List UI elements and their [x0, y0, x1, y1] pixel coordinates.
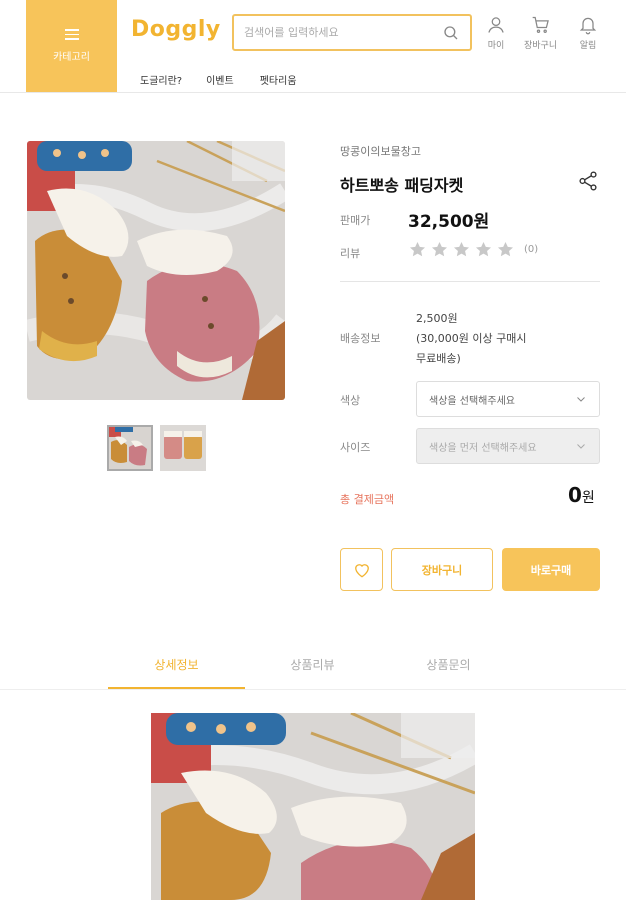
size-select-value: 색상을 먼저 선택해주세요	[429, 442, 537, 454]
color-select-value: 색상을 선택해주세요	[429, 395, 515, 407]
size-select[interactable]: 색상을 먼저 선택해주세요	[416, 428, 600, 464]
wishlist-button[interactable]	[340, 548, 383, 591]
sub-navigation: 도글리란? 이벤트 펫타리움	[140, 72, 297, 87]
search-icon[interactable]	[442, 24, 460, 42]
chevron-down-icon	[577, 444, 585, 449]
color-label: 색상	[340, 394, 361, 407]
alarm-label: 알림	[579, 41, 597, 51]
category-button[interactable]: 카테고리	[26, 0, 117, 92]
star-icon	[453, 241, 470, 257]
nav-about[interactable]: 도글리란?	[140, 72, 182, 87]
search-bar	[232, 14, 472, 51]
my-page-link[interactable]: 마이	[486, 15, 506, 51]
product-thumbnail-1[interactable]	[107, 425, 153, 471]
tabs-divider	[0, 689, 626, 690]
nav-event[interactable]: 이벤트	[206, 72, 234, 87]
shipping-note: 무료배송)	[416, 352, 461, 365]
star-icon	[497, 241, 514, 257]
tab-detail[interactable]: 상세정보	[108, 656, 245, 689]
shipping-note: (30,000원 이상 구매시	[416, 332, 527, 345]
product-detail-image	[151, 713, 475, 900]
total-label: 총 결제금액	[340, 493, 395, 506]
search-input[interactable]	[244, 26, 442, 39]
total-unit: 원	[581, 490, 595, 506]
nav-petarium[interactable]: 펫타리움	[260, 72, 297, 87]
star-icon	[475, 241, 492, 257]
review-label: 리뷰	[340, 247, 361, 260]
product-brand[interactable]: 땅콩이의보물창고	[340, 143, 421, 159]
review-count[interactable]: (0)	[524, 244, 538, 255]
category-label: 카테고리	[53, 52, 90, 63]
bell-icon	[579, 17, 597, 35]
color-select[interactable]: 색상을 선택해주세요	[416, 381, 600, 417]
product-thumbnail-2[interactable]	[160, 425, 206, 471]
cart-icon	[532, 16, 549, 33]
price-value: 32,500원	[408, 212, 490, 232]
my-page-label: 마이	[487, 41, 505, 51]
share-icon[interactable]	[577, 170, 599, 192]
product-title: 하트뽀송 패딩자켓	[340, 176, 464, 195]
site-header: 카테고리 Doggly 마이 장바구니 알림 도글리란? 이벤트 펫타리움	[0, 0, 626, 93]
star-icon	[409, 241, 426, 257]
tab-qna[interactable]: 상품문의	[380, 656, 517, 689]
cart-link[interactable]: 장바구니	[524, 15, 557, 51]
heart-icon	[354, 563, 369, 577]
rating-stars: (0)	[408, 240, 538, 259]
total-amount: 0	[568, 483, 582, 507]
hamburger-icon	[64, 29, 79, 40]
tab-review[interactable]: 상품리뷰	[244, 656, 381, 689]
divider	[340, 281, 600, 282]
shipping-fee: 2,500원	[416, 312, 458, 325]
user-icon	[488, 17, 504, 33]
price-label: 판매가	[340, 214, 371, 227]
alarm-link[interactable]: 알림	[578, 15, 598, 51]
size-label: 사이즈	[340, 441, 371, 454]
total-value: 0원	[568, 483, 595, 507]
cart-label: 장바구니	[524, 41, 558, 51]
product-main-image[interactable]	[27, 141, 285, 400]
buy-now-button[interactable]: 바로구매	[502, 548, 600, 591]
add-to-cart-button[interactable]: 장바구니	[391, 548, 493, 591]
chevron-down-icon	[577, 397, 585, 402]
shipping-label: 배송정보	[340, 332, 381, 345]
star-icon	[431, 241, 448, 257]
logo[interactable]: Doggly	[131, 17, 221, 42]
shipping-info: 2,500원 (30,000원 이상 구매시 무료배송)	[416, 309, 527, 369]
